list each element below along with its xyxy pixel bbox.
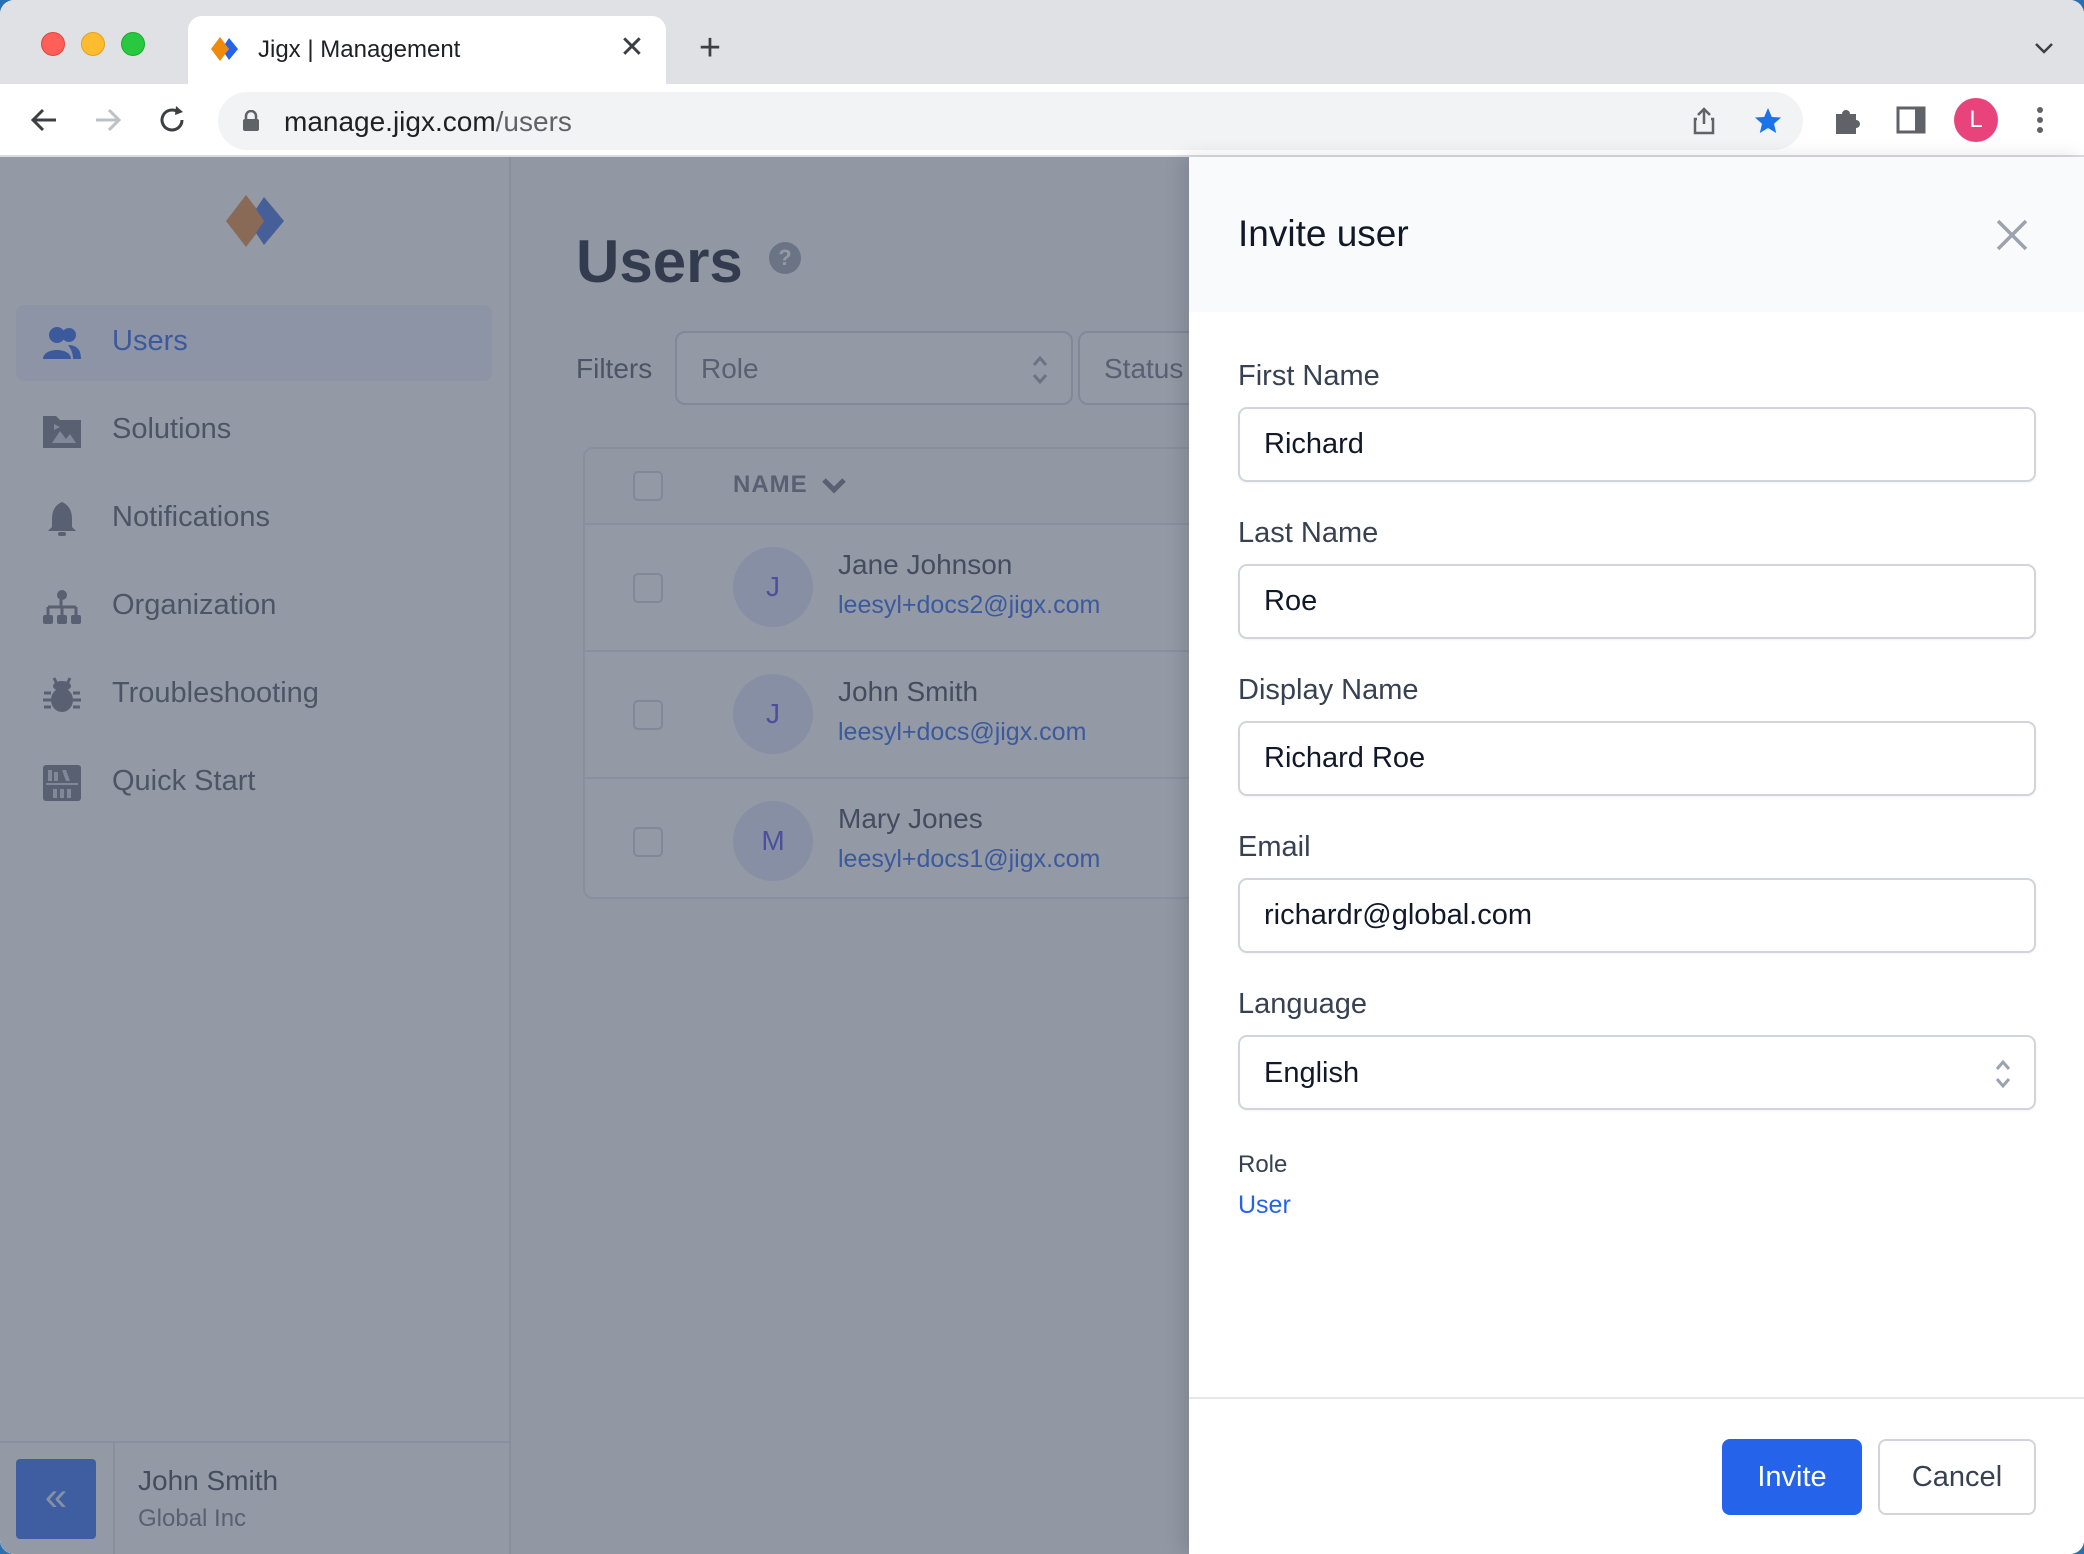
chevron-up-down-icon (1995, 1059, 2011, 1089)
share-icon[interactable] (1689, 106, 1719, 136)
tab-strip: Jigx | Management ✕ + (0, 0, 2084, 84)
modal-backdrop[interactable] (0, 157, 1189, 1554)
tab-close-icon[interactable]: ✕ (614, 30, 650, 66)
language-value: English (1264, 1057, 1360, 1089)
minimize-window-button[interactable] (81, 32, 105, 56)
back-arrow-icon[interactable] (26, 102, 62, 138)
reload-icon[interactable] (154, 102, 190, 138)
new-tab-button[interactable]: + (690, 28, 730, 68)
email-label: Email (1238, 831, 1311, 863)
app-page: Users Solutions Notifications (0, 157, 2084, 1554)
language-label: Language (1238, 988, 1368, 1020)
invite-button[interactable]: Invite (1722, 1439, 1862, 1515)
first-name-label: First Name (1238, 360, 1380, 392)
invite-user-drawer: Invite user First Name Last Name Display… (1189, 157, 2084, 1554)
jigx-logo-icon (211, 37, 238, 61)
first-name-field[interactable] (1238, 407, 2036, 482)
browser-tab[interactable]: Jigx | Management ✕ (188, 16, 666, 84)
display-name-label: Display Name (1238, 674, 1419, 706)
browser-toolbar: manage.jigx.com/users L (0, 84, 2084, 157)
browser-window: Jigx | Management ✕ + manage.jigx.com/us… (0, 0, 2084, 1554)
drawer-footer: Invite Cancel (1189, 1397, 2084, 1554)
role-label: Role (1238, 1151, 1288, 1178)
url-host: manage.jigx.com (284, 106, 496, 137)
tab-search-chevron-icon[interactable] (2032, 36, 2056, 60)
maximize-window-button[interactable] (121, 32, 145, 56)
forward-arrow-icon[interactable] (90, 102, 126, 138)
close-icon[interactable] (1992, 215, 2032, 255)
url-path: /users (495, 106, 572, 137)
language-select[interactable]: English (1238, 1035, 2036, 1110)
display-name-field[interactable] (1238, 721, 2036, 796)
tab-title: Jigx | Management (258, 36, 461, 63)
profile-avatar[interactable]: L (1954, 98, 1998, 142)
lock-icon[interactable] (242, 110, 260, 132)
last-name-field[interactable] (1238, 564, 2036, 639)
more-vertical-icon[interactable] (2022, 102, 2058, 138)
last-name-label: Last Name (1238, 517, 1379, 549)
bookmark-star-icon[interactable] (1753, 106, 1783, 136)
address-bar[interactable]: manage.jigx.com/users (218, 92, 1803, 150)
extensions-puzzle-icon[interactable] (1830, 102, 1866, 138)
side-panel-icon[interactable] (1893, 102, 1929, 138)
drawer-title: Invite user (1238, 213, 1409, 254)
close-window-button[interactable] (41, 32, 65, 56)
drawer-header: Invite user (1189, 157, 2084, 312)
role-value-link[interactable]: User (1238, 1191, 1291, 1220)
cancel-button[interactable]: Cancel (1878, 1439, 2036, 1515)
email-field[interactable] (1238, 878, 2036, 953)
url-text[interactable]: manage.jigx.com/users (284, 106, 572, 138)
